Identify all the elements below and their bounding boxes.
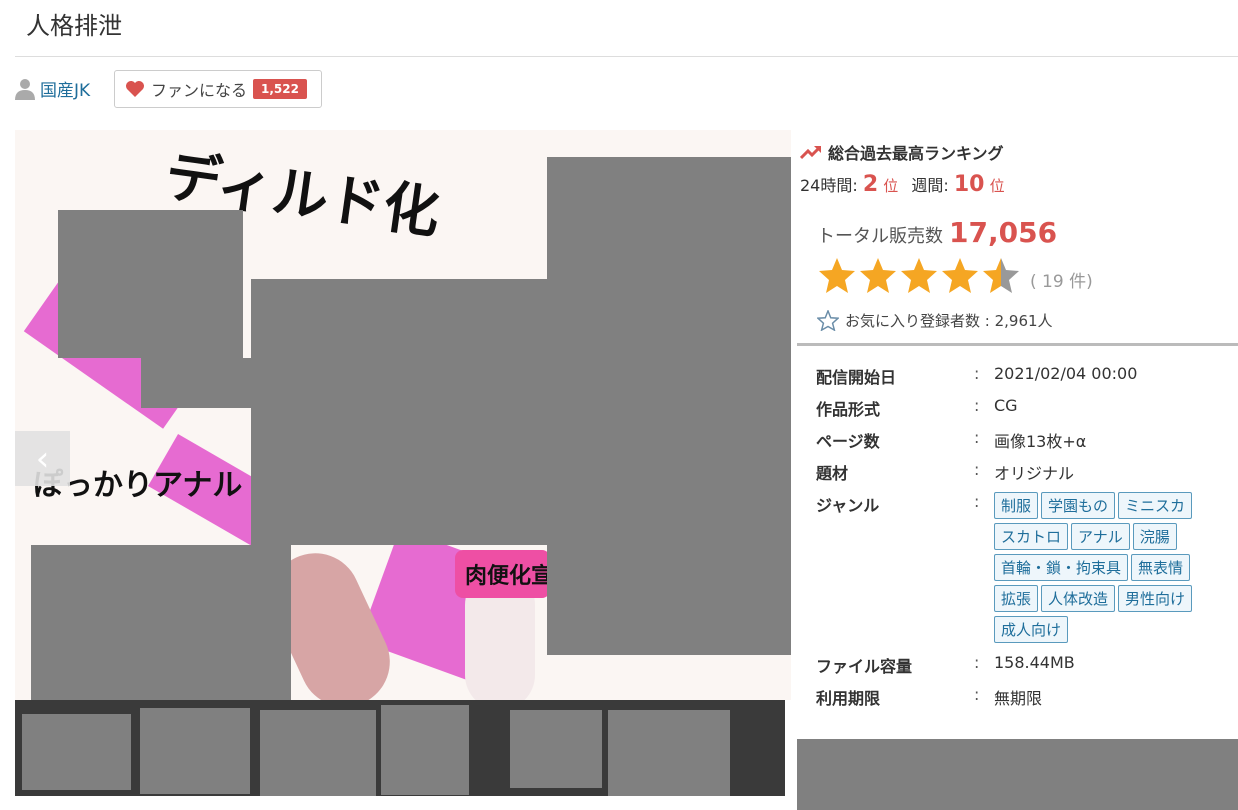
censor-block: [797, 739, 1238, 810]
ranking-title: 総合過去最高ランキング: [828, 144, 1004, 163]
title-divider: [15, 56, 1238, 57]
pages-label: ページ数: [816, 432, 880, 451]
colon: :: [974, 492, 980, 511]
genre-tag[interactable]: 浣腸: [1132, 523, 1177, 550]
detail-theme: 題材 : オリジナル: [816, 460, 1226, 484]
work-details: 配信開始日 : 2021/02/04 00:00 作品形式 : CG ページ数 …: [816, 364, 1226, 717]
chevron-left-icon: ‹: [35, 438, 50, 479]
colon: :: [974, 685, 980, 704]
limit-value: 無期限: [994, 689, 1043, 708]
genre-tag[interactable]: 制服: [994, 492, 1039, 519]
author-link[interactable]: 国産JK: [40, 76, 90, 101]
star-outline-icon: [817, 310, 839, 331]
genre-tag[interactable]: 男性向け: [1118, 585, 1193, 612]
rating-stars: ( 19 件): [817, 256, 1093, 296]
censor-block: [58, 210, 243, 358]
genre-tag[interactable]: アナル: [1071, 523, 1130, 550]
user-icon: [15, 78, 35, 100]
author[interactable]: 国産JK: [15, 76, 90, 101]
detail-size: ファイル容量 : 158.44MB: [816, 653, 1226, 677]
censor-block: [547, 157, 791, 655]
genre-tag[interactable]: 人体改造: [1041, 585, 1116, 612]
thumbnail[interactable]: [381, 705, 469, 795]
genre-tag[interactable]: ミニスカ: [1118, 492, 1193, 519]
genre-tags: 制服 学園もの ミニスカスカトロ アナル 浣腸 首輪・鎖・拘束具 無表情拡張 人体改造 男性向け…: [994, 492, 1226, 643]
size-label: ファイル容量: [816, 657, 913, 676]
ranking-week-rank: 10: [953, 172, 985, 197]
ranking-24h-unit: 位: [883, 177, 899, 195]
ranking-24h-label: 24時間:: [800, 176, 858, 195]
detail-format: 作品形式 : CG: [816, 396, 1226, 420]
colon: :: [974, 460, 980, 479]
thumbnail[interactable]: [608, 710, 730, 796]
genre-tag[interactable]: 成人向け: [994, 616, 1069, 643]
limit-label: 利用期限: [816, 689, 881, 708]
ranking-week-unit: 位: [989, 177, 1005, 195]
detail-release: 配信開始日 : 2021/02/04 00:00: [816, 364, 1226, 388]
thumbnail[interactable]: [22, 714, 131, 790]
fan-button[interactable]: ファンになる 1,522: [114, 70, 322, 108]
heart-icon: [126, 81, 144, 97]
fan-count: 1,522: [253, 79, 307, 99]
colon: :: [974, 653, 980, 672]
artwork-band-text: 肉便化宣: [465, 564, 554, 589]
rating-star-icon: [942, 258, 978, 293]
format-link[interactable]: CG: [994, 396, 1226, 420]
size-value: 158.44MB: [994, 653, 1075, 672]
censor-block: [251, 279, 547, 545]
detail-pages: ページ数 : 画像13枚+α: [816, 428, 1226, 452]
genre-tag[interactable]: スカトロ: [994, 523, 1069, 550]
sales-value: 17,056: [949, 216, 1058, 249]
rating-star-icon: [819, 258, 855, 293]
rating-star-icon: [901, 258, 937, 293]
colon: :: [974, 364, 980, 383]
detail-limit: 利用期限 : 無期限: [816, 685, 1226, 709]
theme-label: 題材: [816, 464, 849, 483]
genre-tag[interactable]: 首輪・鎖・拘束具: [994, 554, 1129, 581]
censor-block: [31, 545, 291, 700]
rating-star-icon: [983, 258, 1019, 293]
section-divider: [797, 343, 1238, 346]
genre-tag[interactable]: 無表情: [1131, 554, 1191, 581]
thumbnail[interactable]: [140, 708, 250, 794]
favorites-text: お気に入り登録者数 : 2,961人: [845, 312, 1053, 330]
ranking-week-label: 週間:: [911, 176, 949, 195]
ranking-values: 24時間: 2 位 週間: 10 位: [800, 172, 1005, 197]
rating-star-icon: [860, 258, 896, 293]
ranking-24h-rank: 2: [862, 172, 879, 197]
theme-link[interactable]: オリジナル: [994, 460, 1226, 484]
thumbnail[interactable]: [260, 710, 376, 796]
fan-label: ファンになる: [151, 81, 248, 100]
censor-block: [141, 358, 251, 408]
genre-label: ジャンル: [816, 496, 880, 515]
release-label: 配信開始日: [816, 368, 897, 387]
release-value: 2021/02/04 00:00: [994, 364, 1138, 383]
colon: :: [974, 396, 980, 415]
genre-tag[interactable]: 学園もの: [1041, 492, 1116, 519]
star-row: [817, 256, 1022, 296]
total-sales: トータル販売数 17,056: [817, 216, 1057, 249]
thumbnail-strip: [15, 700, 785, 796]
pages-value: 画像13枚+α: [994, 432, 1087, 451]
trend-up-icon: [800, 145, 822, 160]
prev-image-button[interactable]: ‹: [15, 431, 70, 486]
review-count[interactable]: ( 19 件): [1030, 267, 1093, 292]
format-label: 作品形式: [816, 400, 881, 419]
ranking-heading: 総合過去最高ランキング: [800, 140, 1004, 164]
sales-label: トータル販売数: [817, 226, 943, 247]
page-title: 人格排泄: [26, 12, 122, 40]
thumbnail[interactable]: [510, 710, 602, 788]
colon: :: [974, 428, 980, 447]
detail-genre: ジャンル : 制服 学園もの ミニスカスカトロ アナル 浣腸 首輪・鎖・拘束具 無表情拡張人…: [816, 492, 1226, 643]
genre-tag[interactable]: 拡張: [994, 585, 1039, 612]
favorites-count: お気に入り登録者数 : 2,961人: [817, 310, 1053, 331]
main-image[interactable]: 肉便化宣 ディルド化 ぽっかりアナル: [15, 130, 791, 700]
